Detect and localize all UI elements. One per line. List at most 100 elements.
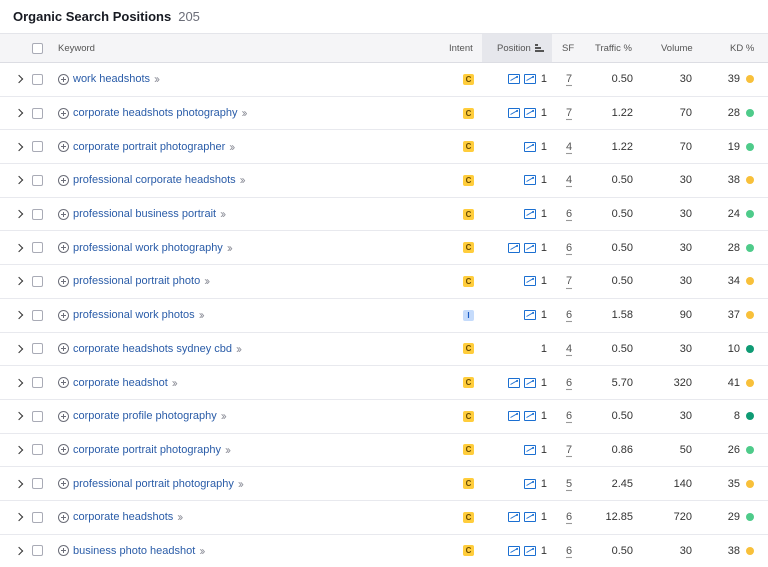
- add-to-list-icon[interactable]: [58, 107, 69, 119]
- sf-count-link[interactable]: 4: [566, 343, 572, 355]
- double-chevron-icon[interactable]: ››: [177, 510, 183, 524]
- row-checkbox[interactable]: [32, 511, 43, 523]
- add-to-list-icon[interactable]: [58, 377, 69, 389]
- keyword-link[interactable]: business photo headshot: [73, 545, 195, 557]
- chevron-right-icon[interactable]: [15, 411, 25, 421]
- expand-row-cell[interactable]: [15, 97, 25, 130]
- keyword-link[interactable]: corporate headshots photography: [73, 107, 238, 119]
- double-chevron-icon[interactable]: ››: [220, 207, 226, 221]
- double-chevron-icon[interactable]: ››: [204, 274, 210, 288]
- chevron-right-icon[interactable]: [15, 310, 25, 320]
- row-checkbox[interactable]: [32, 410, 43, 422]
- double-chevron-icon[interactable]: ››: [172, 376, 178, 390]
- row-checkbox[interactable]: [32, 141, 43, 153]
- col-keyword[interactable]: Keyword: [58, 34, 95, 62]
- add-to-list-icon[interactable]: [58, 309, 69, 321]
- add-to-list-icon[interactable]: [58, 141, 69, 153]
- add-to-list-icon[interactable]: [58, 545, 69, 557]
- double-chevron-icon[interactable]: ››: [229, 140, 235, 154]
- row-checkbox[interactable]: [32, 444, 43, 456]
- add-to-list-icon[interactable]: [58, 511, 69, 523]
- row-checkbox[interactable]: [32, 275, 43, 287]
- double-chevron-icon[interactable]: ››: [199, 544, 205, 558]
- expand-row-cell[interactable]: [15, 400, 25, 433]
- sf-count-link[interactable]: 6: [566, 377, 572, 389]
- keyword-link[interactable]: professional portrait photography: [73, 478, 234, 490]
- chevron-right-icon[interactable]: [15, 175, 25, 185]
- row-checkbox[interactable]: [32, 343, 43, 355]
- chevron-right-icon[interactable]: [15, 209, 25, 219]
- expand-row-cell[interactable]: [15, 366, 25, 399]
- row-checkbox[interactable]: [32, 73, 43, 85]
- row-checkbox[interactable]: [32, 208, 43, 220]
- chevron-right-icon[interactable]: [15, 276, 25, 286]
- keyword-link[interactable]: professional portrait photo: [73, 275, 200, 287]
- expand-row-cell[interactable]: [15, 467, 25, 500]
- sf-count-link[interactable]: 7: [566, 444, 572, 456]
- expand-row-cell[interactable]: [15, 164, 25, 197]
- expand-row-cell[interactable]: [15, 130, 25, 163]
- col-intent[interactable]: Intent: [449, 34, 473, 62]
- add-to-list-icon[interactable]: [58, 343, 69, 355]
- keyword-link[interactable]: professional corporate headshots: [73, 174, 236, 186]
- keyword-link[interactable]: corporate headshots: [73, 511, 173, 523]
- chevron-right-icon[interactable]: [15, 445, 25, 455]
- chevron-right-icon[interactable]: [15, 378, 25, 388]
- chevron-right-icon[interactable]: [15, 74, 25, 84]
- expand-row-cell[interactable]: [15, 299, 25, 332]
- sf-count-link[interactable]: 4: [566, 174, 572, 186]
- keyword-link[interactable]: corporate portrait photographer: [73, 141, 225, 153]
- col-volume[interactable]: Volume: [661, 34, 693, 62]
- row-checkbox[interactable]: [32, 309, 43, 321]
- double-chevron-icon[interactable]: ››: [240, 173, 246, 187]
- add-to-list-icon[interactable]: [58, 73, 69, 85]
- expand-row-cell[interactable]: [15, 198, 25, 231]
- keyword-link[interactable]: professional work photography: [73, 242, 223, 254]
- chevron-right-icon[interactable]: [15, 142, 25, 152]
- double-chevron-icon[interactable]: ››: [221, 409, 227, 423]
- double-chevron-icon[interactable]: ››: [242, 106, 248, 120]
- keyword-link[interactable]: corporate profile photography: [73, 410, 217, 422]
- sf-count-link[interactable]: 7: [566, 107, 572, 119]
- chevron-right-icon[interactable]: [15, 479, 25, 489]
- col-traffic[interactable]: Traffic %: [595, 34, 632, 62]
- expand-row-cell[interactable]: [15, 501, 25, 534]
- double-chevron-icon[interactable]: ››: [154, 72, 160, 86]
- row-checkbox[interactable]: [32, 107, 43, 119]
- chevron-right-icon[interactable]: [15, 512, 25, 522]
- add-to-list-icon[interactable]: [58, 444, 69, 456]
- sf-count-link[interactable]: 6: [566, 545, 572, 557]
- expand-row-cell[interactable]: [15, 265, 25, 298]
- expand-row-cell[interactable]: [15, 535, 25, 567]
- row-checkbox[interactable]: [32, 478, 43, 490]
- keyword-link[interactable]: professional business portrait: [73, 208, 216, 220]
- sf-count-link[interactable]: 6: [566, 242, 572, 254]
- row-checkbox[interactable]: [32, 545, 43, 557]
- double-chevron-icon[interactable]: ››: [236, 342, 242, 356]
- expand-row-cell[interactable]: [15, 333, 25, 366]
- add-to-list-icon[interactable]: [58, 242, 69, 254]
- add-to-list-icon[interactable]: [58, 478, 69, 490]
- chevron-right-icon[interactable]: [15, 108, 25, 118]
- add-to-list-icon[interactable]: [58, 174, 69, 186]
- row-checkbox[interactable]: [32, 377, 43, 389]
- sf-count-link[interactable]: 6: [566, 208, 572, 220]
- double-chevron-icon[interactable]: ››: [199, 308, 205, 322]
- keyword-link[interactable]: work headshots: [73, 73, 150, 85]
- expand-row-cell[interactable]: [15, 63, 25, 96]
- sf-count-link[interactable]: 6: [566, 410, 572, 422]
- add-to-list-icon[interactable]: [58, 275, 69, 287]
- keyword-link[interactable]: corporate headshot: [73, 377, 168, 389]
- double-chevron-icon[interactable]: ››: [225, 443, 231, 457]
- expand-row-cell[interactable]: [15, 434, 25, 467]
- double-chevron-icon[interactable]: ››: [238, 477, 244, 491]
- row-checkbox[interactable]: [32, 174, 43, 186]
- keyword-link[interactable]: professional work photos: [73, 309, 195, 321]
- select-all-checkbox[interactable]: [32, 42, 43, 54]
- sf-count-link[interactable]: 5: [566, 478, 572, 490]
- double-chevron-icon[interactable]: ››: [227, 241, 233, 255]
- add-to-list-icon[interactable]: [58, 410, 69, 422]
- chevron-right-icon[interactable]: [15, 546, 25, 556]
- expand-row-cell[interactable]: [15, 231, 25, 264]
- sf-count-link[interactable]: 6: [566, 309, 572, 321]
